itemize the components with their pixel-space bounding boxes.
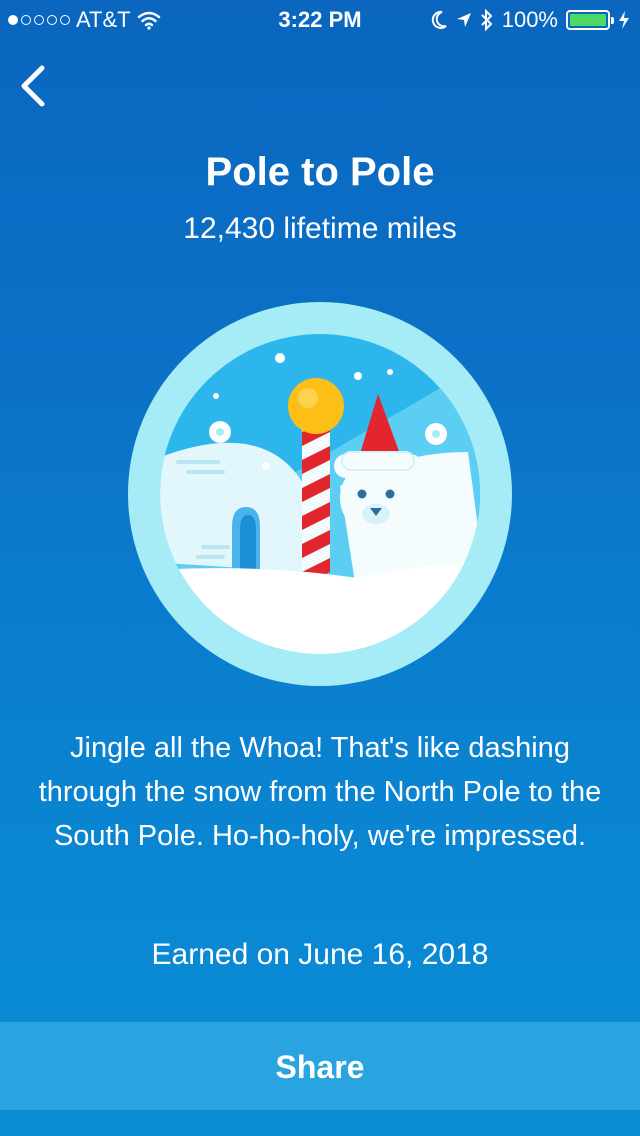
status-right: 100% bbox=[430, 0, 630, 40]
battery-percent: 100% bbox=[501, 7, 558, 32]
earned-date: Earned on June 16, 2018 bbox=[151, 938, 489, 971]
bottom-strip bbox=[0, 1110, 640, 1136]
charging-bolt-icon bbox=[619, 11, 629, 29]
share-button[interactable]: Share bbox=[0, 1022, 640, 1110]
location-arrow-icon bbox=[456, 13, 471, 27]
back-button[interactable] bbox=[14, 62, 54, 110]
badge-description: Jingle all the Whoa! That's like dashing… bbox=[38, 732, 602, 852]
bluetooth-icon bbox=[481, 9, 493, 31]
badge-subtitle: 12,430 lifetime miles bbox=[183, 212, 457, 245]
badge-image bbox=[128, 302, 512, 686]
battery-icon bbox=[566, 10, 614, 30]
moon-icon bbox=[431, 10, 447, 29]
badge-title: Pole to Pole bbox=[205, 150, 435, 194]
chevron-left-icon bbox=[21, 65, 45, 107]
north-pole-badge-icon bbox=[128, 302, 512, 686]
status-bar: AT&T 3:22 PM 100% bbox=[0, 0, 640, 40]
